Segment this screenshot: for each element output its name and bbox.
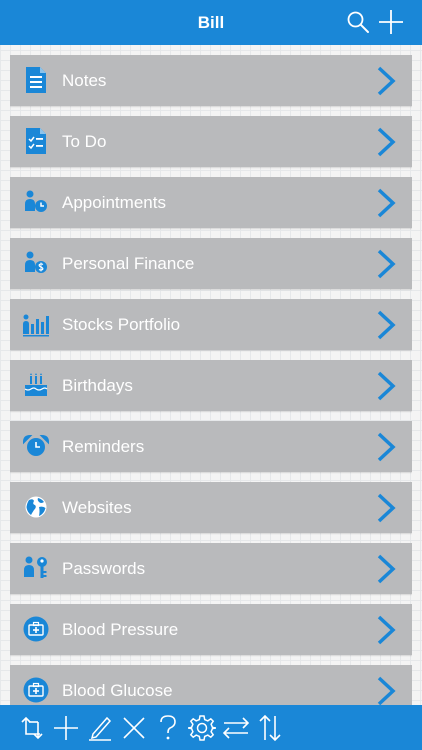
list-item-appointments[interactable]: Appointments — [10, 177, 412, 228]
swap-vertical-icon — [259, 714, 281, 742]
chevron-right-icon — [374, 493, 398, 523]
bottom-toolbar — [0, 705, 422, 750]
plus-icon — [54, 716, 78, 740]
list-item-label: Personal Finance — [62, 254, 195, 273]
person-key-icon — [22, 554, 50, 582]
list-item-birthdays[interactable]: Birthdays — [10, 360, 412, 411]
list-item-label: Notes — [62, 71, 107, 90]
add-item-button[interactable] — [51, 713, 81, 743]
birthday-cake-icon — [22, 371, 50, 399]
person-dollar-icon — [22, 249, 50, 277]
category-list: Notes To Do Appointments Personal Financ… — [10, 55, 412, 705]
chevron-right-icon — [374, 127, 398, 157]
chevron-right-icon — [374, 615, 398, 645]
alarm-clock-icon — [22, 432, 50, 460]
list-item-blood-pressure[interactable]: Blood Pressure — [10, 604, 412, 655]
rotate-button[interactable] — [17, 713, 47, 743]
help-icon — [160, 715, 176, 740]
list-item-label: Websites — [62, 498, 132, 517]
delete-button[interactable] — [119, 713, 149, 743]
settings-button[interactable] — [187, 713, 217, 743]
person-bar-chart-icon — [22, 310, 50, 338]
edit-button[interactable] — [85, 713, 115, 743]
help-button[interactable] — [153, 713, 183, 743]
search-icon — [347, 11, 369, 33]
list-item-notes[interactable]: Notes — [10, 55, 412, 106]
chevron-right-icon — [374, 676, 398, 705]
checklist-icon — [22, 127, 50, 155]
list-item-label: Blood Pressure — [62, 620, 179, 639]
header-bar: Bill — [0, 0, 422, 45]
swap-horizontal-icon — [222, 717, 250, 739]
gear-icon — [188, 715, 216, 741]
list-item-label: Reminders — [62, 437, 145, 456]
globe-icon — [22, 493, 50, 521]
list-item-blood-glucose[interactable]: Blood Glucose — [10, 665, 412, 705]
person-clock-icon — [22, 188, 50, 216]
chevron-right-icon — [374, 371, 398, 401]
add-button[interactable] — [377, 8, 405, 36]
chevron-right-icon — [374, 249, 398, 279]
list-item-label: Birthdays — [62, 376, 133, 395]
chevron-right-icon — [374, 188, 398, 218]
chevron-right-icon — [374, 432, 398, 462]
list-item-personal-finance[interactable]: Personal Finance — [10, 238, 412, 289]
chevron-right-icon — [374, 310, 398, 340]
list-item-label: Stocks Portfolio — [62, 315, 181, 334]
swap-horizontal-button[interactable] — [221, 713, 251, 743]
medical-kit-icon — [22, 676, 50, 704]
plus-icon — [379, 10, 403, 34]
rotate-icon — [21, 716, 43, 740]
pencil-icon — [89, 716, 112, 741]
close-icon — [123, 717, 145, 739]
chevron-right-icon — [374, 66, 398, 96]
list-item-label: To Do — [62, 132, 107, 151]
list-item-passwords[interactable]: Passwords — [10, 543, 412, 594]
list-item-label: Passwords — [62, 559, 146, 578]
notes-document-icon — [22, 66, 50, 94]
medical-kit-icon — [22, 615, 50, 643]
swap-vertical-button[interactable] — [255, 713, 285, 743]
list-item-to-do[interactable]: To Do — [10, 116, 412, 167]
list-item-reminders[interactable]: Reminders — [10, 421, 412, 472]
search-button[interactable] — [344, 8, 372, 36]
list-item-label: Blood Glucose — [62, 681, 173, 700]
chevron-right-icon — [374, 554, 398, 584]
list-item-stocks-portfolio[interactable]: Stocks Portfolio — [10, 299, 412, 350]
list-item-label: Appointments — [62, 193, 166, 212]
list-item-websites[interactable]: Websites — [10, 482, 412, 533]
